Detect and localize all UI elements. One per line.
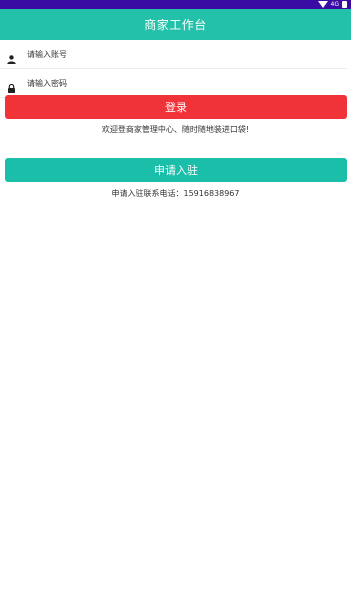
contact-phone-text: 申请入驻联系电话：15916838967 [111,189,240,198]
password-field-row [0,69,347,98]
battery-icon [342,1,347,8]
wifi-icon [317,1,328,8]
welcome-message: 欢迎登商家管理中心、随时随地装进口袋! [101,125,250,134]
status-bar: 4G [0,0,351,9]
lock-icon [7,78,16,93]
status-icons: 4G [317,0,347,9]
account-input[interactable] [27,44,327,64]
login-button[interactable]: 登录 [5,95,347,119]
apply-button[interactable]: 申请入驻 [5,158,347,182]
user-icon [7,49,16,64]
signal-label: 4G [330,1,339,8]
password-input[interactable] [27,73,327,93]
app-screen: 4G 商家工作台 登录 欢迎登商家管理中心、随时随地装进口袋! 申请入驻 申请入… [0,0,351,591]
account-field-row [0,40,347,69]
app-header: 商家工作台 [0,9,351,40]
page-title: 商家工作台 [144,18,207,32]
